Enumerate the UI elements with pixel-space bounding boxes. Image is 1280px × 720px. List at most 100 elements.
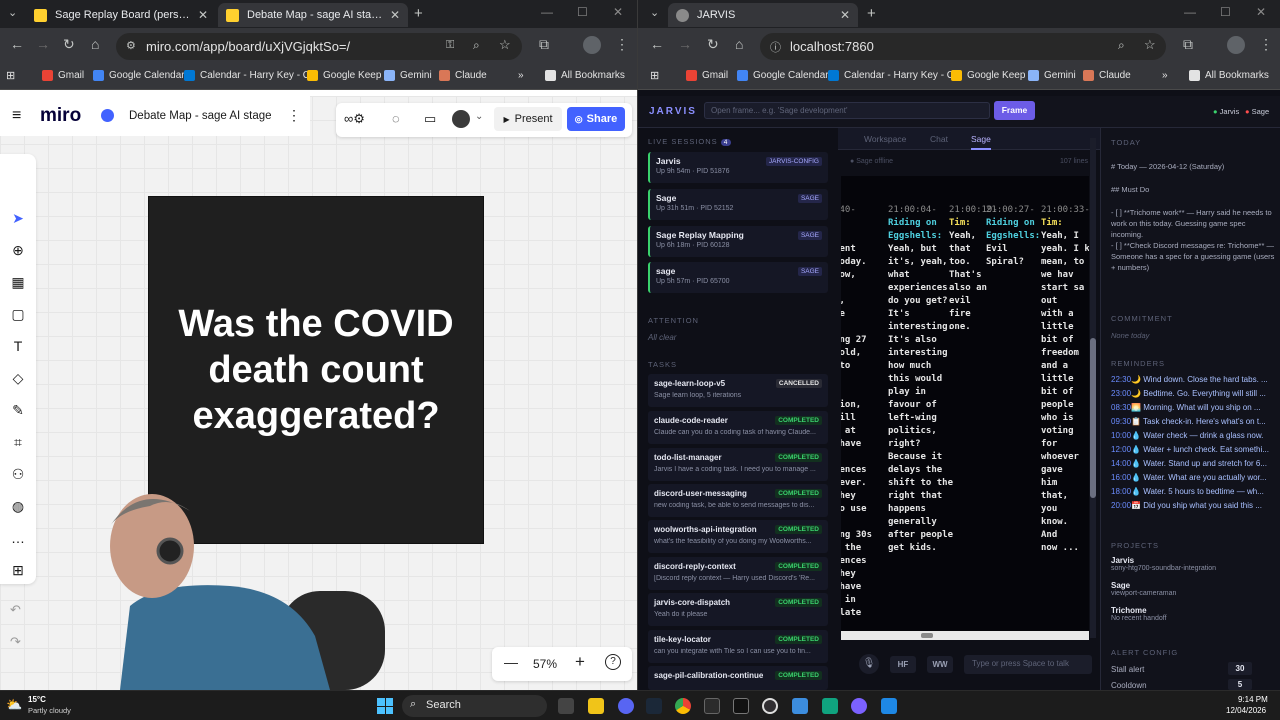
terminal-icon[interactable] (733, 698, 749, 714)
menu-dots-icon[interactable]: ⋮ (1259, 36, 1273, 53)
mic-button[interactable]: 🎙 (859, 654, 879, 674)
extensions-icon[interactable]: ⧉ (1183, 36, 1193, 53)
file-explorer-icon[interactable] (588, 698, 604, 714)
tab-chat[interactable]: Chat (930, 134, 948, 144)
shapes-icon[interactable]: ◇ (10, 370, 26, 386)
tab-sage-replay-board[interactable]: Sage Replay Board (persistent) - Miro ✕ (26, 3, 216, 27)
task-card[interactable]: woolworths-api-integration what's the fea… (648, 520, 828, 553)
tab-search-icon[interactable]: ⌄ (8, 6, 17, 19)
minimize-icon[interactable]: — (1184, 5, 1196, 19)
discord-icon[interactable] (618, 698, 634, 714)
bookmark-calendar-harry[interactable]: Calendar - Harry Key - O... (184, 70, 319, 81)
apps-grid-icon[interactable]: ⊞ (6, 69, 15, 82)
app-icon[interactable] (851, 698, 867, 714)
profile-avatar[interactable] (583, 36, 601, 54)
talk-input[interactable]: Type or press Space to talk (964, 655, 1092, 674)
scrollbar-thumb[interactable] (921, 633, 933, 638)
address-bar[interactable]: ⓘ localhost:7860 ⌕ ☆ (760, 33, 1166, 60)
notepad-icon[interactable] (792, 698, 808, 714)
bookmark-star-icon[interactable]: ☆ (499, 37, 511, 53)
apps-grid-icon[interactable]: ⊞ (650, 69, 659, 82)
undo-icon[interactable]: ↶ (10, 602, 21, 618)
frame-input[interactable]: Open frame... e.g. 'Sage development' (704, 102, 990, 119)
zoom-out-icon[interactable]: — (504, 654, 518, 670)
palette-icon[interactable]: ◍ (10, 498, 26, 514)
session-card[interactable]: Sage Up 31h 51m · PID 52152 SAGE (648, 189, 828, 220)
more-bookmarks-icon[interactable]: » (1162, 70, 1168, 81)
task-view-icon[interactable] (558, 698, 574, 714)
frame-button[interactable]: Frame (994, 101, 1035, 120)
present-button[interactable]: ▶ Present (494, 107, 562, 131)
tab-search-icon[interactable]: ⌄ (650, 6, 659, 19)
frame-layout-icon[interactable]: ▦ (10, 274, 26, 290)
miro-logo[interactable]: miro (40, 105, 81, 127)
zoom-level[interactable]: 57% (533, 657, 557, 671)
bookmark-google-keep[interactable]: Google Keep (951, 70, 1025, 81)
zoom-in-icon[interactable]: + (575, 652, 585, 672)
reminder-item[interactable]: 14:00💧 Water. Stand up and stretch for 6… (1111, 459, 1276, 468)
scrollbar-thumb[interactable] (1090, 338, 1096, 498)
task-card[interactable]: jarvis-core-dispatch Yeah do it please COM… (648, 593, 828, 626)
reminder-item[interactable]: 20:00📅 Did you ship what you said this .… (1111, 501, 1276, 510)
ww-button[interactable]: WW (927, 656, 953, 673)
chat-icon[interactable]: … (10, 530, 26, 546)
project-item[interactable]: Sage viewport-cameraman (1111, 581, 1176, 597)
maximize-icon[interactable]: ☐ (577, 5, 588, 19)
tab-sage[interactable]: Sage (971, 134, 991, 150)
tab-jarvis[interactable]: JARVIS ✕ (668, 3, 858, 27)
add-more-icon[interactable]: ⊞ (10, 562, 26, 578)
reminder-item[interactable]: 18:00💧 Water. 5 hours to bedtime — wh... (1111, 487, 1276, 496)
pen-icon[interactable]: ✎ (10, 402, 26, 418)
chevron-down-icon[interactable]: ⌄ (475, 111, 483, 122)
bookmark-gmail[interactable]: Gmail (686, 70, 728, 81)
task-card[interactable]: tile-key-locator can you integrate with T… (648, 630, 828, 663)
tab-debate-map[interactable]: Debate Map - sage AI stage - Miro ✕ (218, 3, 408, 27)
reminder-item[interactable]: 10:00💧 Water check — drink a glass now. (1111, 431, 1276, 440)
bookmark-star-icon[interactable]: ☆ (1144, 37, 1156, 53)
chrome-icon[interactable] (675, 698, 691, 714)
select-cursor-icon[interactable]: ➤ (10, 210, 26, 226)
extensions-icon[interactable]: ⧉ (539, 36, 549, 53)
hf-button[interactable]: HF (890, 656, 916, 673)
miro-board-canvas[interactable]: ≡ miro Debate Map - sage AI stage ⋮ ∞⚙ ◌… (0, 96, 637, 690)
new-tab-icon[interactable]: + (867, 5, 876, 22)
reload-icon[interactable]: ↻ (707, 36, 719, 53)
back-icon[interactable]: ← (650, 36, 664, 52)
session-card[interactable]: Sage Replay Mapping Up 6h 18m · PID 60128… (648, 226, 828, 257)
reminder-item[interactable]: 12:00💧 Water + lunch check. Eat somethi.… (1111, 445, 1276, 454)
site-info-icon[interactable]: ⚙ (126, 39, 136, 52)
reminder-item[interactable]: 16:00💧 Water. What are you actually wor.… (1111, 473, 1276, 482)
more-bookmarks-icon[interactable]: » (518, 70, 524, 81)
weather-temp[interactable]: 15°C (28, 695, 46, 704)
zoom-icon[interactable]: ⌕ (1118, 38, 1125, 53)
board-title[interactable]: Debate Map - sage AI stage (129, 110, 272, 122)
menu-dots-icon[interactable]: ⋮ (615, 36, 629, 53)
transcript-terminal[interactable]: 20:59:40-Tim:alsodifferentthan today.you… (841, 176, 1089, 634)
password-key-icon[interactable]: ⚿ (446, 39, 454, 52)
task-card[interactable]: claude-code-reader Claude can you do a co… (648, 411, 828, 444)
bookmark-all-bookmarks[interactable]: All Bookmarks (545, 70, 625, 81)
site-info-icon[interactable]: ⓘ (770, 39, 781, 55)
session-card[interactable]: Jarvis Up 9h 54m · PID 51876 JARVIS-CONFIG (648, 152, 828, 183)
redo-icon[interactable]: ↷ (10, 634, 21, 650)
new-tab-icon[interactable]: + (414, 5, 423, 22)
tab-workspace[interactable]: Workspace (864, 134, 906, 144)
bookmark-claude[interactable]: Claude (439, 70, 487, 81)
task-card[interactable]: discord-user-messaging new coding task, b… (648, 484, 828, 517)
weather-icon[interactable]: ⛅ (6, 697, 22, 713)
chatgpt-icon[interactable] (822, 698, 838, 714)
steam-icon[interactable] (646, 698, 662, 714)
apps-icon[interactable]: ⚇ (10, 466, 26, 482)
app-icon[interactable] (704, 698, 720, 714)
cooldown-value[interactable]: 5 (1228, 679, 1252, 690)
close-window-icon[interactable]: ✕ (613, 5, 623, 19)
home-icon[interactable]: ⌂ (91, 36, 99, 52)
back-icon[interactable]: ← (10, 36, 24, 52)
bookmark-google-calendar[interactable]: Google Calendar (93, 70, 185, 81)
close-tab-icon[interactable]: ✕ (390, 8, 400, 22)
address-bar[interactable]: ⚙ miro.com/app/board/uXjVGjqktSo=/ ⚿ ⌕ ☆ (116, 33, 522, 60)
bookmark-claude[interactable]: Claude (1083, 70, 1131, 81)
maximize-icon[interactable]: ☐ (1220, 5, 1231, 19)
video-call-icon[interactable]: ▭ (424, 111, 436, 127)
board-menu-icon[interactable]: ⋮ (287, 107, 301, 124)
